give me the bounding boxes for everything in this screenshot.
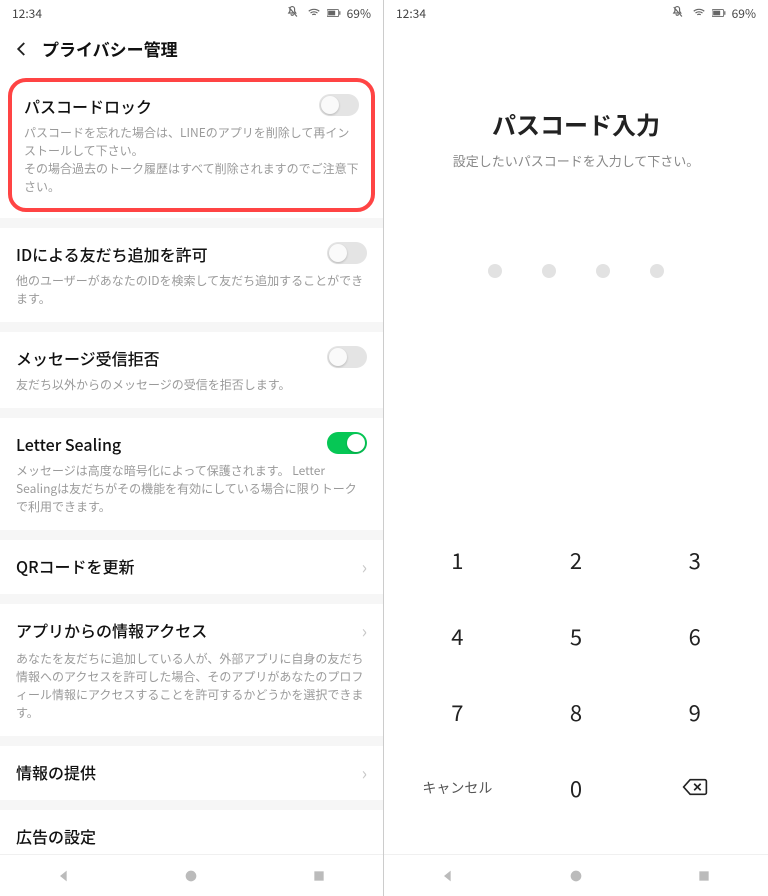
passcode-lock-toggle[interactable] [319,94,359,116]
qr-refresh-title: QRコードを更新 [16,554,362,578]
letter-sealing-setting[interactable]: Letter Sealing メッセージは高度な暗号化によって保護されます。 L… [0,418,383,530]
wifi-icon [692,6,706,20]
key-8[interactable]: 8 [517,674,636,750]
nav-home-icon[interactable] [181,866,201,886]
status-bar: 12:34 69% [0,0,383,26]
passcode-dot [488,264,502,278]
letter-sealing-desc: メッセージは高度な暗号化によって保護されます。 Letter Sealingは友… [16,462,367,516]
id-add-setting[interactable]: IDによる友だち追加を許可 他のユーザーがあなたのIDを検索して友だち追加するこ… [0,228,383,322]
key-backspace[interactable] [635,750,754,826]
system-nav-bar [0,854,383,896]
ad-settings-setting[interactable]: 広告の設定 [0,810,383,852]
key-2[interactable]: 2 [517,522,636,598]
app-access-title: アプリからの情報アクセス [16,618,362,642]
passcode-dot [650,264,664,278]
passcode-dot [542,264,556,278]
passcode-dots [384,264,768,278]
chevron-right-icon: › [362,554,367,580]
key-6[interactable]: 6 [635,598,754,674]
chevron-right-icon: › [362,760,367,786]
battery-icon [712,6,726,20]
id-add-title: IDによる友だち追加を許可 [16,242,327,266]
ad-settings-title: 広告の設定 [16,824,367,848]
key-5[interactable]: 5 [517,598,636,674]
key-7[interactable]: 7 [398,674,517,750]
id-add-toggle[interactable] [327,242,367,264]
passcode-dot [596,264,610,278]
back-icon[interactable] [10,37,34,61]
status-time: 12:34 [396,5,426,22]
notification-muted-icon [287,6,301,20]
app-access-setting[interactable]: アプリからの情報アクセス › あなたを友だちに追加している人が、外部アプリに自身… [0,604,383,736]
nav-recent-icon[interactable] [309,866,329,886]
key-1[interactable]: 1 [398,522,517,598]
msg-reject-desc: 友だち以外からのメッセージの受信を拒否します。 [16,376,367,394]
nav-back-icon[interactable] [54,866,74,886]
backspace-icon [682,772,708,804]
msg-reject-title: メッセージ受信拒否 [16,346,327,370]
key-4[interactable]: 4 [398,598,517,674]
status-indicators: 69% [672,5,756,22]
status-bar: 12:34 69% [384,0,768,26]
chevron-right-icon: › [362,618,367,644]
battery-percent: 69% [347,5,371,22]
letter-sealing-toggle[interactable] [327,432,367,454]
battery-icon [327,6,341,20]
passcode-entry-subtitle: 設定したいパスコードを入力して下さい。 [384,151,768,170]
passcode-lock-desc: パスコードを忘れた場合は、LINEのアプリを削除して再インストールして下さい。 … [24,124,359,196]
status-indicators: 69% [287,5,371,22]
letter-sealing-title: Letter Sealing [16,432,327,456]
key-9[interactable]: 9 [635,674,754,750]
info-provide-setting[interactable]: 情報の提供 › [0,746,383,800]
header: プライバシー管理 [0,26,383,72]
page-title: プライバシー管理 [42,36,178,61]
keypad: 1 2 3 4 5 6 7 8 9 キャンセル 0 [384,522,768,834]
system-nav-bar [384,854,768,896]
passcode-lock-setting[interactable]: パスコードロック パスコードを忘れた場合は、LINEのアプリを削除して再インスト… [8,78,375,212]
nav-back-icon[interactable] [438,866,458,886]
wifi-icon [307,6,321,20]
msg-reject-toggle[interactable] [327,346,367,368]
key-cancel[interactable]: キャンセル [398,750,517,826]
key-3[interactable]: 3 [635,522,754,598]
notification-muted-icon [672,6,686,20]
qr-refresh-setting[interactable]: QRコードを更新 › [0,540,383,594]
key-0[interactable]: 0 [517,750,636,826]
msg-reject-setting[interactable]: メッセージ受信拒否 友だち以外からのメッセージの受信を拒否します。 [0,332,383,408]
nav-home-icon[interactable] [566,866,586,886]
nav-recent-icon[interactable] [694,866,714,886]
info-provide-title: 情報の提供 [16,760,362,784]
passcode-entry-title: パスコード入力 [384,106,768,141]
passcode-lock-title: パスコードロック [24,94,319,118]
id-add-desc: 他のユーザーがあなたのIDを検索して友だち追加することができます。 [16,272,367,308]
status-time: 12:34 [12,5,42,22]
battery-percent: 69% [732,5,756,22]
app-access-desc: あなたを友だちに追加している人が、外部アプリに自身の友だち情報へのアクセスを許可… [16,650,367,722]
